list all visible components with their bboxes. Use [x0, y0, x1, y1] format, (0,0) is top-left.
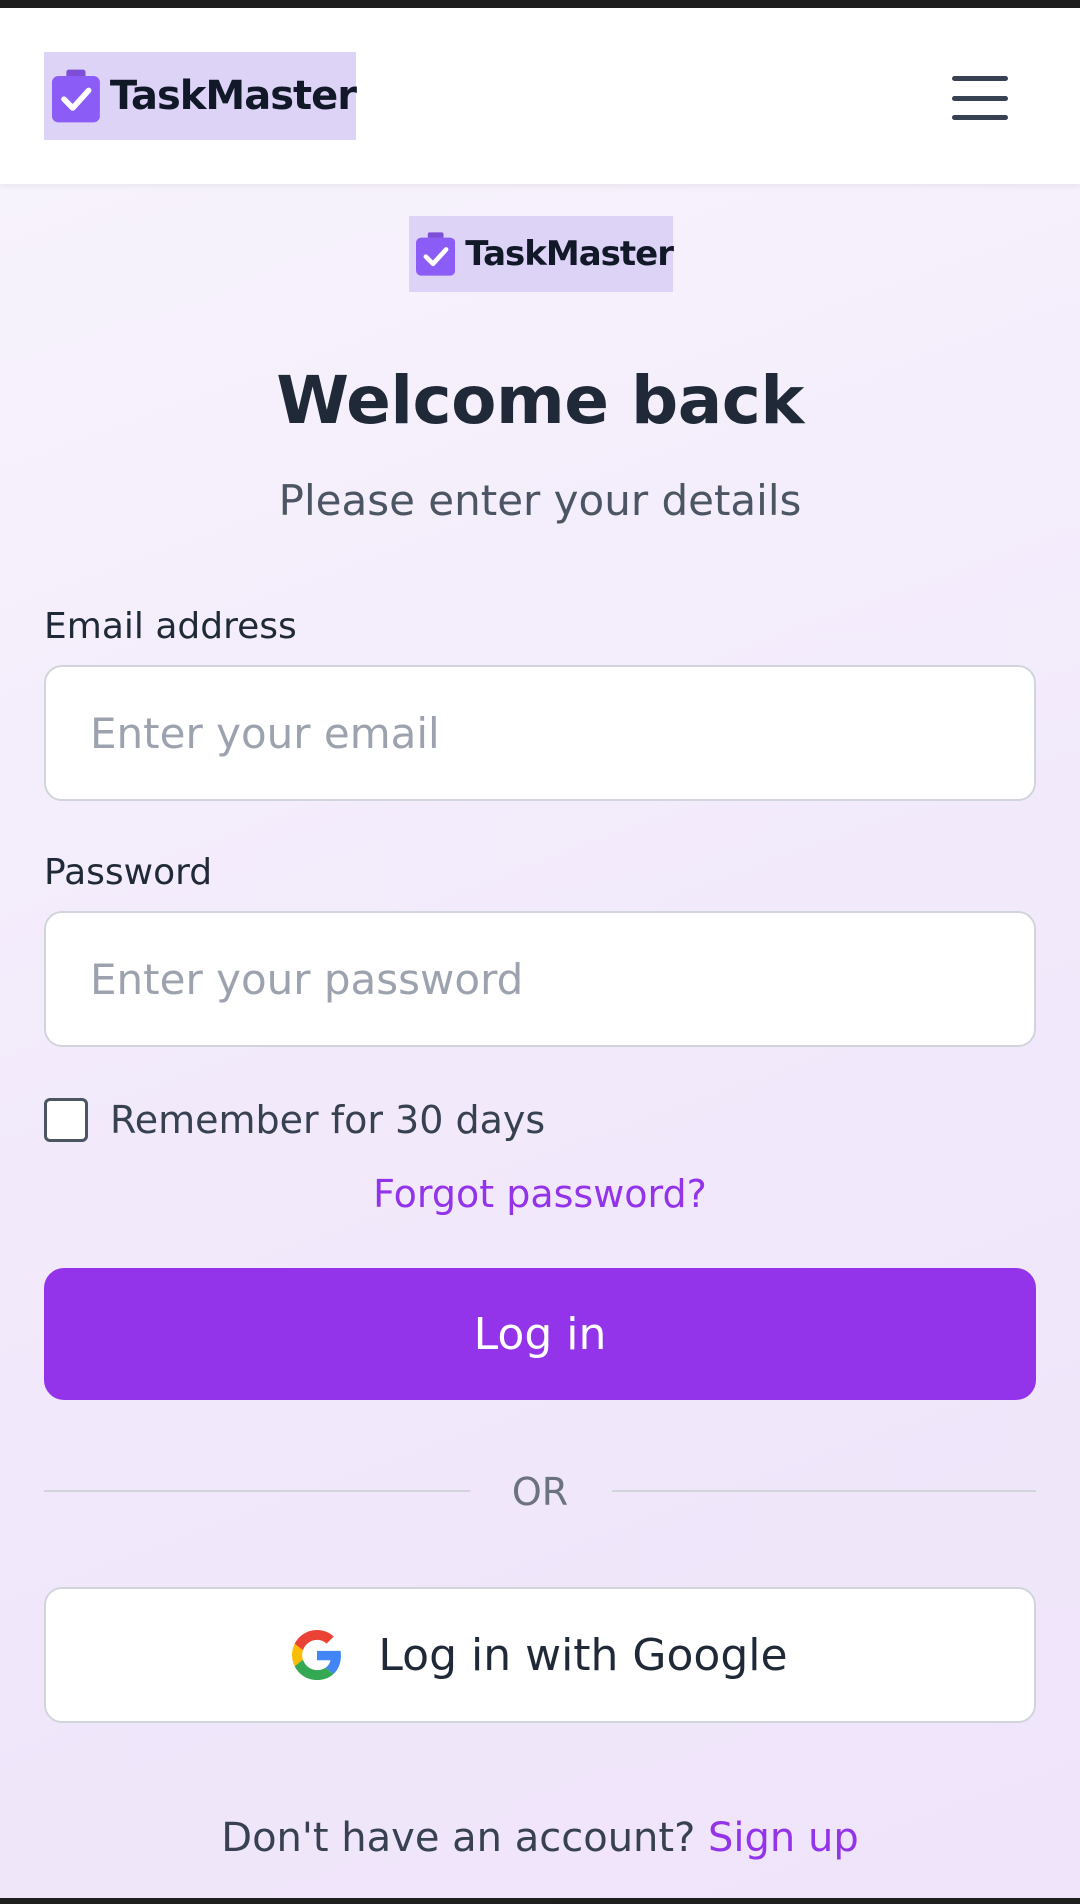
divider-right [612, 1490, 1036, 1492]
email-label: Email address [44, 606, 297, 647]
header-brand-name: TaskMaster [109, 73, 357, 119]
email-field[interactable] [44, 665, 1036, 801]
google-g-icon [292, 1630, 342, 1680]
password-field[interactable] [44, 911, 1036, 1047]
remember-checkbox[interactable] [44, 1098, 88, 1142]
google-login-label: Log in with Google [378, 1629, 788, 1681]
app-header: TaskMaster [0, 8, 1080, 184]
status-bar-edge [0, 0, 1080, 8]
signup-prompt: Don't have an account? Sign up [0, 1815, 1080, 1861]
remember-label: Remember for 30 days [110, 1098, 546, 1142]
login-button[interactable]: Log in [44, 1268, 1036, 1400]
signup-prompt-text: Don't have an account? [221, 1815, 709, 1861]
password-label: Password [44, 852, 213, 893]
hamburger-menu-icon[interactable] [952, 76, 1008, 120]
google-login-button[interactable]: Log in with Google [44, 1587, 1036, 1723]
navigation-bar-edge [0, 1898, 1080, 1904]
remember-me-row: Remember for 30 days [44, 1098, 545, 1142]
forgot-password-link[interactable]: Forgot password? [0, 1172, 1080, 1216]
page-title: Welcome back [276, 362, 804, 439]
signup-link[interactable]: Sign up [708, 1815, 859, 1861]
header-brand[interactable]: TaskMaster [44, 52, 357, 140]
clipboard-check-icon [52, 69, 100, 123]
login-page: TaskMaster Welcome back Please enter you… [0, 184, 1080, 1898]
form-brand: TaskMaster [409, 216, 674, 292]
or-divider-label: OR [511, 1470, 569, 1514]
page-subtitle: Please enter your details [278, 476, 802, 525]
clipboard-check-icon [416, 232, 456, 276]
form-brand-name: TaskMaster [465, 234, 674, 274]
